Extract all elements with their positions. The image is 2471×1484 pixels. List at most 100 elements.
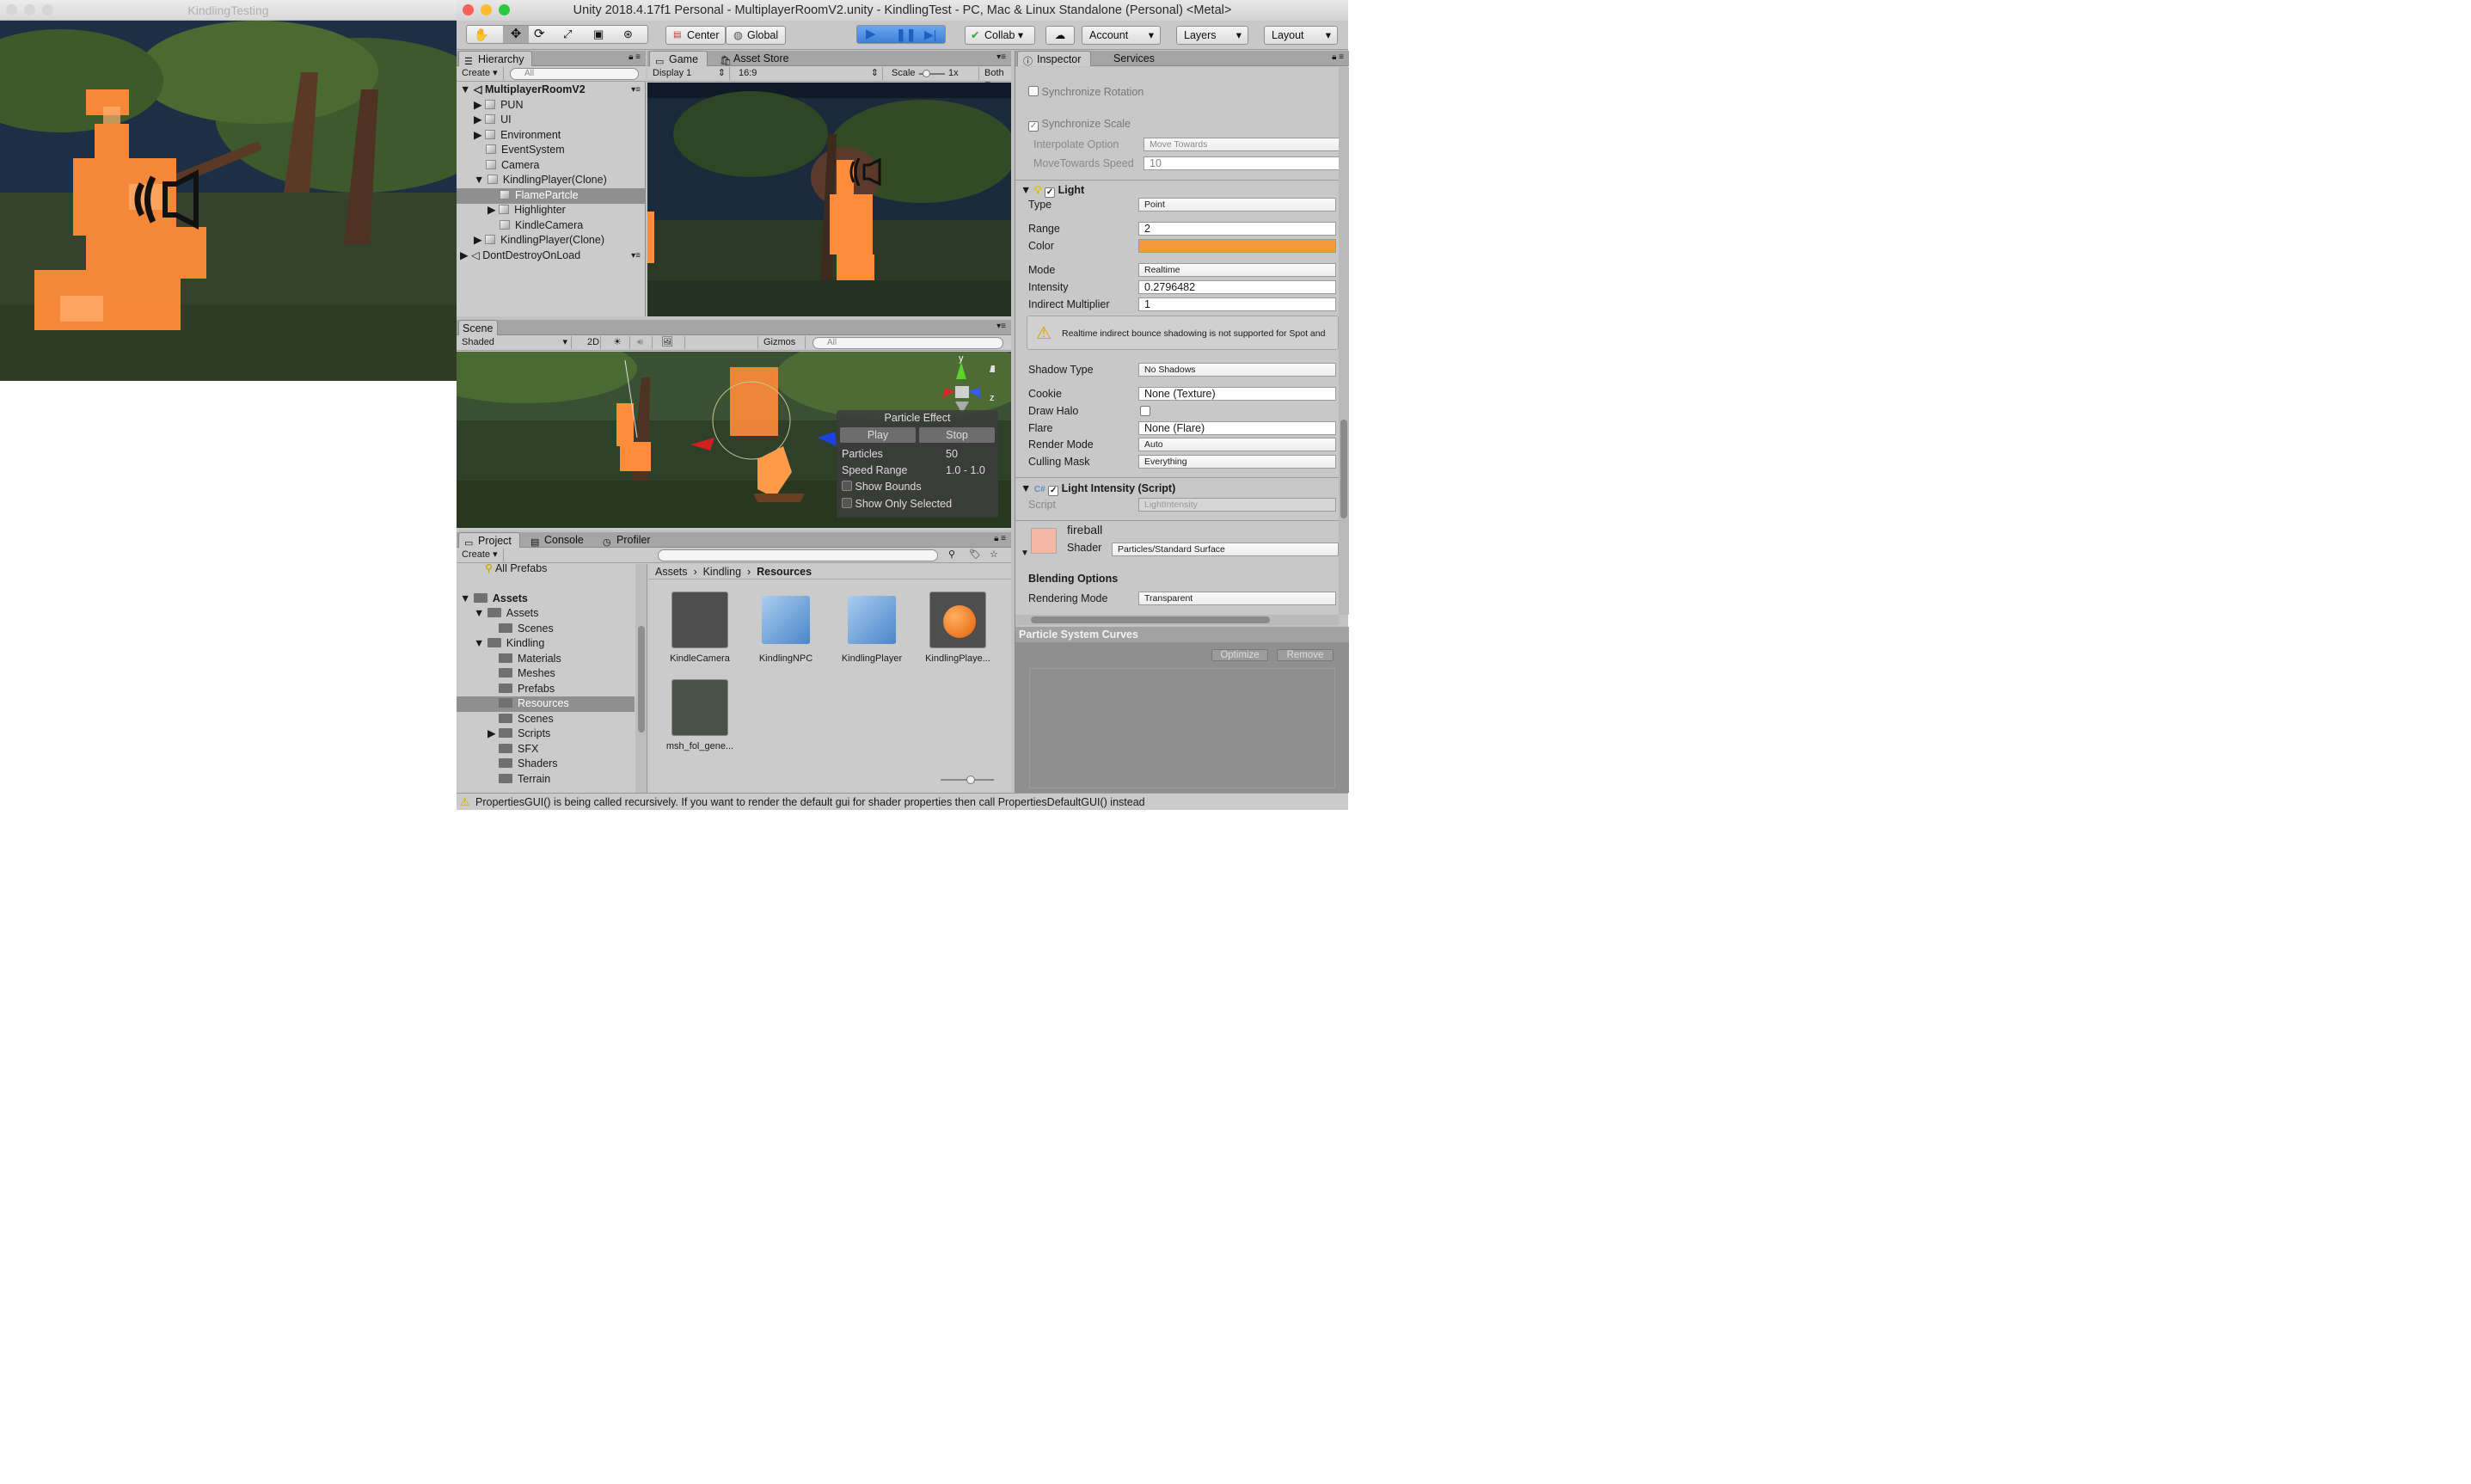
tab-hierarchy[interactable]: ☰ Hierarchy [458, 51, 532, 67]
asset-kindlingplayer[interactable]: KindlingPlayer [829, 592, 915, 664]
menu-icon[interactable]: ▾≡ [631, 83, 641, 98]
both-eyes-dropdown[interactable]: Both E [979, 67, 1011, 91]
scale-slider[interactable]: Scale 1x [886, 67, 979, 80]
tree-shaders[interactable]: Shaders [499, 757, 558, 772]
light-intensity-field[interactable]: 0.2796482 [1138, 280, 1336, 294]
display-dropdown[interactable]: Display 1 ⇕ [647, 67, 730, 80]
material-foldout-icon[interactable]: ▼ [1021, 549, 1029, 558]
particle-stop-button[interactable]: Stop [919, 427, 995, 443]
zoom-icon[interactable] [499, 4, 510, 15]
aspect-dropdown[interactable]: 16:9 ⇕ [733, 67, 883, 80]
tree-materials[interactable]: Materials [499, 652, 561, 667]
tree-resources[interactable]: Resources [457, 696, 635, 712]
inspector-scrollbar[interactable] [1339, 67, 1349, 615]
rect-tool-icon[interactable]: ▣ [593, 26, 604, 43]
pause-icon[interactable]: ❚❚ [896, 26, 916, 43]
cookie-field[interactable]: None (Texture) [1138, 387, 1336, 401]
light-mode-dropdown[interactable]: Realtime [1138, 263, 1336, 277]
move-tool-icon[interactable]: ✥ [503, 26, 529, 43]
shader-dropdown[interactable]: Particles/Standard Surface [1112, 543, 1339, 556]
scene-root[interactable]: ▼ ◁ MultiplayerRoomV2 ▾≡ [460, 83, 644, 98]
light-color-swatch[interactable] [1138, 239, 1336, 253]
tab-scene[interactable]: Scene [458, 320, 498, 335]
hierarchy-item-ui[interactable]: ▶ UI [474, 113, 512, 128]
render-mode-dropdown[interactable]: Auto [1138, 438, 1336, 451]
scene-search-input[interactable]: All [812, 337, 1003, 349]
asset-kindlingnpc[interactable]: KindlingNPC [743, 592, 829, 664]
asset-kindlingplayer-2[interactable]: KindlingPlaye... [915, 592, 1001, 664]
hierarchy-item-kindlecamera[interactable]: KindleCamera [500, 218, 583, 234]
menu-icon[interactable]: ▾≡ [996, 322, 1006, 331]
2d-toggle[interactable]: 2D [582, 336, 601, 349]
pivot-center-button[interactable]: ▤ Center [665, 26, 726, 45]
game-view[interactable] [647, 83, 1011, 316]
hierarchy-item-kindlingplayer-2[interactable]: ▶ KindlingPlayer(Clone) [474, 233, 604, 248]
breadcrumb-item[interactable]: Kindling [703, 566, 741, 578]
layout-dropdown[interactable]: Layout ▾ [1264, 26, 1338, 45]
star-icon[interactable]: ☆ [990, 549, 998, 560]
tree-scripts[interactable]: ▶ Scripts [487, 727, 550, 742]
show-only-selected-toggle[interactable]: Show Only Selected [842, 498, 952, 510]
menu-icon[interactable]: 🔒︎ ≡ [994, 534, 1006, 543]
rendering-mode-dropdown[interactable]: Transparent [1138, 592, 1336, 605]
asset-msh-fol[interactable]: msh_fol_gene... [657, 679, 743, 751]
filter-type-icon[interactable]: ⚲ [948, 549, 955, 560]
collab-button[interactable]: ✔ Collab ▾ [965, 26, 1035, 45]
breadcrumb-item[interactable]: Assets [655, 566, 688, 578]
tree-terrain[interactable]: Terrain [499, 772, 550, 788]
sync-scale-toggle[interactable]: ✓ Synchronize Scale [1028, 115, 1338, 132]
indirect-multiplier-field[interactable]: 1 [1138, 297, 1336, 311]
menu-icon[interactable]: ▾≡ [631, 248, 641, 264]
movetowards-speed-field[interactable]: 10 [1144, 156, 1339, 170]
tab-console[interactable]: ▤ Console [525, 532, 594, 548]
curves-graph[interactable] [1029, 668, 1335, 788]
label-icon[interactable]: 🏷︎ [969, 549, 981, 560]
tab-services[interactable]: Services [1094, 51, 1163, 66]
thumbnail-size-slider[interactable] [941, 776, 994, 784]
shading-dropdown[interactable]: Shaded ▾ [457, 336, 572, 349]
hierarchy-search-input[interactable]: All [510, 68, 639, 80]
hierarchy-item-kindlingplayer[interactable]: ▼ KindlingPlayer(Clone) [474, 173, 607, 188]
close-icon[interactable] [463, 4, 474, 15]
minimize-icon[interactable] [24, 4, 35, 15]
hierarchy-item-pun[interactable]: ▶ PUN [474, 98, 524, 113]
lock-icon[interactable]: 🔒︎ ≡ [1332, 52, 1344, 62]
lighting-toggle[interactable]: ☀ [608, 336, 630, 349]
transform-tool-icon[interactable]: ⊛ [623, 26, 633, 43]
rotate-tool-icon[interactable]: ⟳ [534, 26, 545, 43]
tab-asset-store[interactable]: 🛍︎ Asset Store [714, 51, 800, 66]
hierarchy-item-highlighter[interactable]: ▶ Highlighter [487, 203, 566, 218]
draw-halo-checkbox[interactable] [1140, 406, 1150, 418]
shadow-type-dropdown[interactable]: No Shadows [1138, 363, 1336, 377]
play-icon[interactable]: ▶ [866, 26, 876, 43]
tree-assets-root[interactable]: ▼ Assets [460, 592, 528, 607]
pivot-global-button[interactable]: ◍ Global [726, 26, 786, 45]
script-field[interactable]: LightIntensity [1138, 498, 1336, 512]
tab-game[interactable]: ▭ Game [649, 51, 708, 67]
tree-meshes[interactable]: Meshes [499, 666, 555, 682]
zoom-icon[interactable] [42, 4, 53, 15]
game-viewport[interactable] [0, 21, 457, 381]
culling-mask-dropdown[interactable]: Everything [1138, 455, 1336, 469]
minimize-icon[interactable] [481, 4, 492, 15]
menu-icon[interactable]: ▾≡ [996, 52, 1006, 62]
effects-dropdown[interactable]: 🖼︎ ▾ [656, 336, 685, 360]
particle-play-button[interactable]: Play [840, 427, 916, 443]
project-create-dropdown[interactable]: Create ▾ [457, 549, 504, 561]
light-intensity-script-header[interactable]: ▼ C# ✓ Light Intensity (Script) [1021, 480, 1330, 497]
optimize-button[interactable]: Optimize [1211, 649, 1268, 661]
lock-icon[interactable]: 🔒︎ ≡ [628, 52, 641, 62]
scale-tool-icon[interactable]: ⤢ [563, 26, 572, 43]
light-type-dropdown[interactable]: Point [1138, 198, 1336, 212]
tree-all-prefabs[interactable]: ⚲ All Prefabs [485, 564, 547, 577]
tree-scenes[interactable]: Scenes [499, 622, 554, 637]
audio-toggle[interactable]: 🔊︎ [632, 336, 653, 349]
cloud-button[interactable]: ☁ [1045, 26, 1075, 45]
hierarchy-item-environment[interactable]: ▶ Environment [474, 128, 561, 144]
interpolate-option-dropdown[interactable]: Move Towards [1144, 138, 1339, 151]
inspector-h-scrollbar[interactable] [1015, 615, 1339, 625]
status-bar[interactable]: ⚠ PropertiesGUI() is being called recurs… [457, 793, 1348, 810]
tree-prefabs[interactable]: Prefabs [499, 682, 555, 697]
flare-field[interactable]: None (Flare) [1138, 421, 1336, 435]
hierarchy-item-flameparticle[interactable]: FlamePartcle [457, 188, 645, 204]
